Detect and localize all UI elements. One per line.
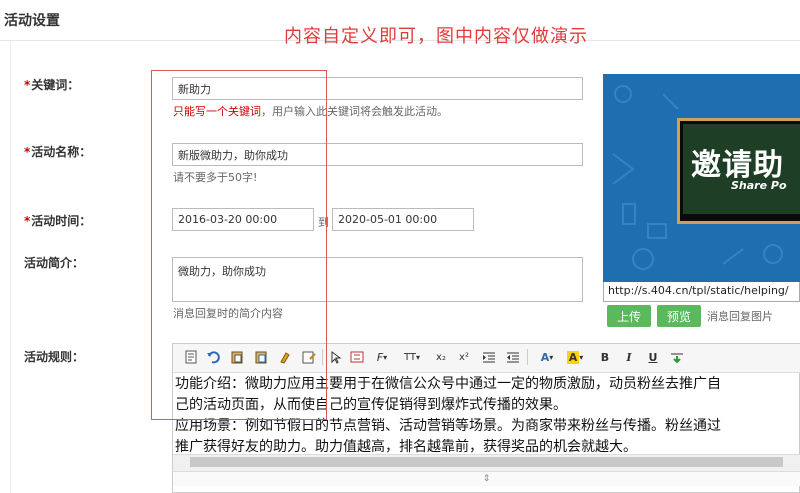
end-time-input[interactable]: 2020-05-01 00:00	[332, 208, 474, 231]
intro-label: 活动简介：	[24, 256, 85, 270]
rules-label: 活动规则：	[24, 350, 85, 364]
preview-title: 邀请助	[691, 148, 784, 183]
annotation-box	[151, 70, 327, 420]
insert-icon[interactable]	[669, 349, 685, 365]
section-title: 活动设置	[4, 13, 60, 29]
bold-icon[interactable]: B	[597, 349, 613, 365]
subscript-icon[interactable]: x₂	[433, 349, 449, 365]
font-size-icon[interactable]: TT ▾	[401, 349, 423, 365]
font-color-glyph: A	[540, 350, 550, 364]
font-family-icon[interactable]: F ▾	[372, 349, 392, 365]
preview-subtitle: Share Po	[731, 179, 787, 192]
preview-button[interactable]: 预览	[657, 305, 701, 327]
font-color-icon[interactable]: A ▾	[537, 349, 557, 365]
cover-image-preview: 邀请助 Share Po	[603, 74, 800, 282]
name-label: *活动名称：	[24, 145, 92, 159]
upload-button[interactable]: 上传	[607, 305, 651, 327]
select-icon[interactable]	[327, 349, 343, 365]
demo-annotation: 内容自定义即可，图中内容仅做演示	[284, 26, 588, 47]
font-size-glyph: TT	[403, 351, 417, 363]
image-url-field[interactable]: http://s.404.cn/tpl/static/helping/	[603, 282, 800, 302]
underline-icon[interactable]: U	[645, 349, 661, 365]
left-border	[10, 41, 11, 493]
time-label: *活动时间：	[24, 214, 92, 228]
image-caption: 消息回复图片	[707, 310, 773, 323]
highlight-glyph: A	[566, 350, 580, 364]
toolbar-separator	[527, 349, 528, 365]
scrollbar-thumb[interactable]	[190, 457, 783, 467]
fullscreen-icon[interactable]	[349, 349, 365, 365]
resize-handle-icon[interactable]: ⇕	[173, 471, 800, 486]
outdent-icon[interactable]	[505, 349, 521, 365]
superscript-icon[interactable]: x²	[456, 349, 472, 365]
italic-icon[interactable]: I	[621, 349, 637, 365]
indent-icon[interactable]	[481, 349, 497, 365]
keyword-label: *关键词：	[24, 78, 80, 92]
highlight-icon[interactable]: A ▾	[565, 349, 585, 365]
